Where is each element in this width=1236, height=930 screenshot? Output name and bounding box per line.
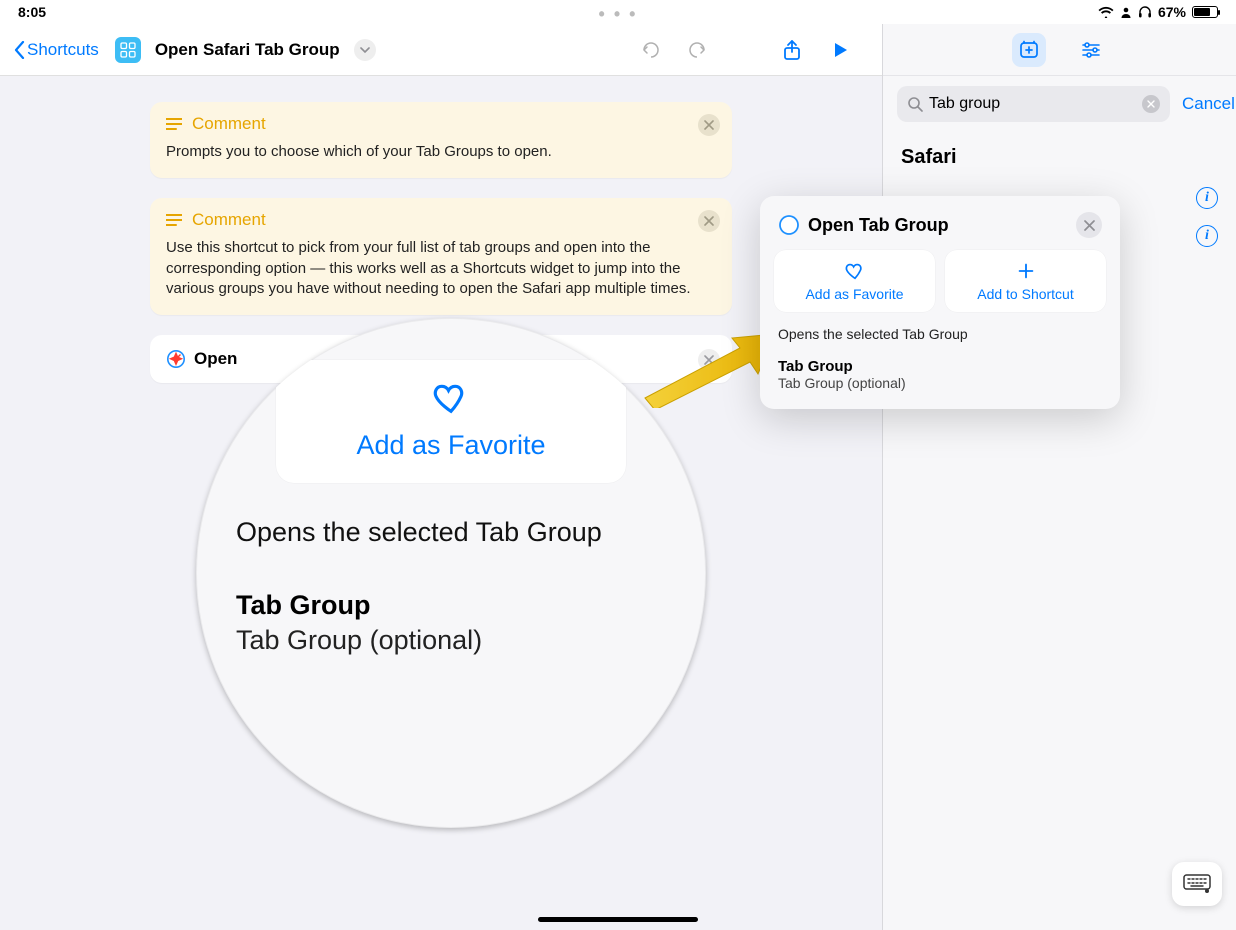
run-button[interactable] — [828, 38, 852, 62]
shortcut-app-icon — [115, 37, 141, 63]
action-detail-popover: Open Tab Group Add as Favorite Add to Sh… — [760, 196, 1120, 409]
safari-icon — [166, 349, 186, 369]
comment-lines-icon — [166, 118, 182, 130]
person-icon — [1120, 6, 1132, 18]
settings-tab[interactable] — [1074, 33, 1108, 67]
sliders-icon — [1080, 39, 1102, 61]
popover-param-subtitle: Tab Group (optional) — [774, 375, 1106, 391]
result-row-1[interactable]: i — [883, 177, 1236, 197]
add-favorite-button[interactable]: Add as Favorite — [774, 250, 935, 312]
plus-icon — [1015, 260, 1037, 282]
show-keyboard-button[interactable] — [1172, 862, 1222, 906]
chevron-down-icon — [360, 45, 370, 55]
info-button[interactable]: i — [1196, 187, 1218, 209]
share-button[interactable] — [780, 38, 804, 62]
undo-button[interactable] — [640, 39, 662, 61]
status-time: 8:05 — [18, 4, 46, 20]
comment-action-2[interactable]: Comment Use this shortcut to pick from y… — [150, 198, 732, 315]
search-input[interactable] — [929, 95, 1136, 113]
delete-action-button[interactable] — [698, 114, 720, 136]
magnified-param-title: Tab Group — [236, 548, 666, 625]
comment-action-1[interactable]: Comment Prompts you to choose which of y… — [150, 102, 732, 178]
popover-title: Open Tab Group — [808, 215, 949, 236]
heart-icon — [844, 260, 866, 282]
redo-button[interactable] — [686, 39, 708, 61]
magnified-param-subtitle: Tab Group (optional) — [236, 625, 666, 656]
clear-search-button[interactable] — [1142, 95, 1160, 113]
magnified-favorite-label: Add as Favorite — [356, 430, 545, 461]
chevron-left-icon — [14, 41, 25, 59]
shortcuts-grid-icon — [120, 42, 136, 58]
comment-title: Comment — [192, 114, 266, 134]
info-button[interactable]: i — [1196, 225, 1218, 247]
safari-icon — [778, 214, 800, 236]
headphones-icon — [1138, 5, 1152, 19]
back-label: Shortcuts — [27, 40, 99, 60]
close-popover-button[interactable] — [1076, 212, 1102, 238]
magnified-add-favorite-button: Add as Favorite — [276, 360, 626, 483]
delete-action-button[interactable] — [698, 210, 720, 232]
add-favorite-label: Add as Favorite — [805, 286, 903, 302]
shortcut-title[interactable]: Open Safari Tab Group — [155, 40, 340, 60]
status-bar: 8:05 • • • 67% — [0, 0, 1236, 24]
multitask-dots-icon[interactable]: • • • — [599, 4, 638, 25]
popover-param-title: Tab Group — [774, 350, 1106, 375]
comment-body: Prompts you to choose which of your Tab … — [150, 142, 732, 178]
action-library-panel: Cancel Safari i i — [883, 24, 1236, 930]
add-to-shortcut-button[interactable]: Add to Shortcut — [945, 250, 1106, 312]
comment-title: Comment — [192, 210, 266, 230]
home-indicator[interactable] — [538, 917, 698, 922]
battery-icon — [1192, 6, 1218, 18]
cancel-search-button[interactable]: Cancel — [1182, 94, 1235, 114]
search-icon — [907, 96, 923, 112]
library-tab[interactable] — [1012, 33, 1046, 67]
results-section-header: Safari — [883, 128, 1236, 177]
popover-description: Opens the selected Tab Group — [774, 312, 1106, 350]
wifi-icon — [1098, 6, 1114, 18]
magnified-description: Opens the selected Tab Group — [236, 483, 666, 548]
heart-icon — [429, 378, 473, 418]
action-search-field[interactable] — [897, 86, 1170, 122]
battery-percent: 67% — [1158, 4, 1186, 20]
shortcut-title-menu[interactable] — [354, 39, 376, 61]
comment-body: Use this shortcut to pick from your full… — [150, 238, 732, 315]
add-to-shortcut-label: Add to Shortcut — [977, 286, 1074, 302]
library-icon — [1018, 39, 1040, 61]
back-button[interactable]: Shortcuts — [14, 40, 99, 60]
magnifier-annotation: Add as Favorite Opens the selected Tab G… — [196, 318, 706, 828]
comment-lines-icon — [166, 214, 182, 226]
action-verb: Open — [194, 349, 237, 369]
keyboard-icon — [1183, 874, 1211, 894]
